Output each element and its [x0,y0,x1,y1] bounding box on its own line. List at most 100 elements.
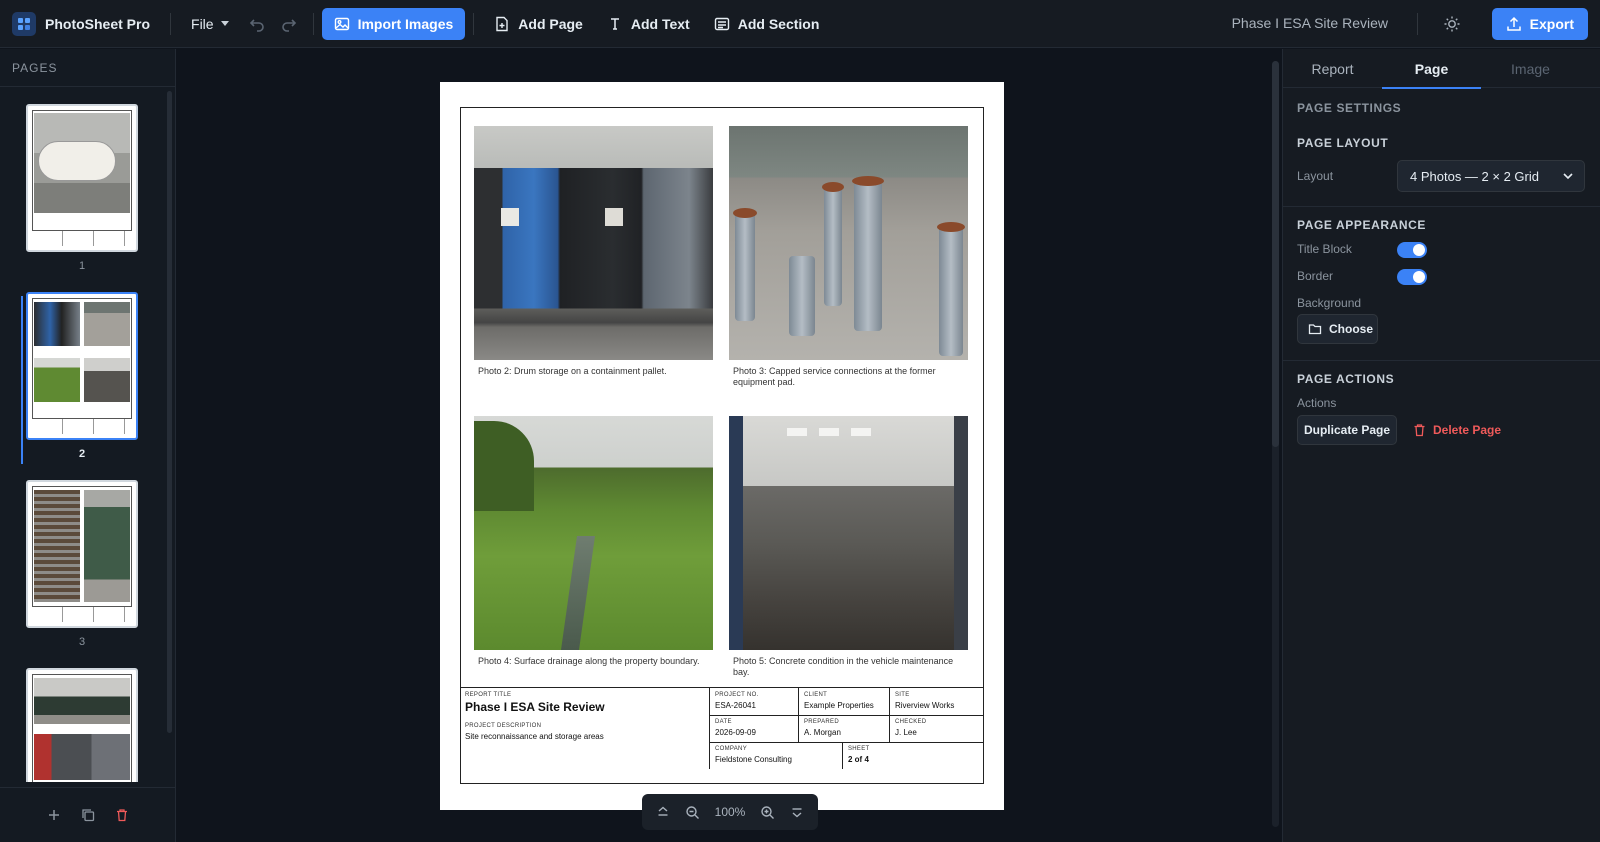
tab-image[interactable]: Image [1481,49,1580,88]
thumbnail-title-block [32,418,132,434]
folder-icon [1308,322,1322,336]
delete-page-small-button[interactable] [114,807,130,823]
title-block[interactable]: REPORT TITLE Phase I ESA Site Review PRO… [460,687,984,784]
export-button[interactable]: Export [1491,8,1588,40]
theme-toggle-button[interactable] [1436,8,1468,40]
undo-button[interactable] [241,8,273,40]
page-number: 1 [78,260,86,272]
properties-panel: Report Page Image PAGE SETTINGS PAGE LAY… [1282,49,1600,842]
border-toggle[interactable] [1397,269,1427,285]
thumbnail-photo [84,490,130,602]
tab-report[interactable]: Report [1283,49,1382,88]
project-no-value: ESA-26041 [715,701,756,710]
choose-background-button[interactable]: Choose [1297,314,1378,344]
canvas-scrollbar[interactable] [1272,61,1279,827]
tab-page[interactable]: Page [1382,49,1481,89]
page-thumbnail-2[interactable]: 2 [26,292,138,460]
page-thumbnail-4[interactable]: 4 [26,668,138,782]
text-icon [607,16,623,32]
page-number: 2 [78,448,86,460]
upload-icon [1506,16,1522,32]
toolbar-divider [473,12,475,35]
thumbnail-image [26,480,138,628]
zoom-out-icon [686,805,700,819]
background-label: Background [1297,296,1362,310]
title-block-toggle[interactable] [1397,242,1427,258]
import-images-label: Import Images [357,15,454,32]
add-page-small-button[interactable] [46,807,62,823]
toolbar-divider [170,12,172,35]
page-canvas[interactable]: Photo 2: Drum storage on a containment p… [177,49,1281,842]
brand: PhotoSheet Pro [0,0,162,48]
client-label: CLIENT [804,692,828,698]
zoom-out-button[interactable] [685,804,701,820]
client-cell: CLIENT Example Properties [798,688,889,715]
undo-icon [249,18,264,32]
photo-caption[interactable]: Photo 2: Drum storage on a containment p… [474,366,713,377]
sidebar-footer [0,787,176,842]
zoom-level[interactable]: 100% [715,805,746,819]
plus-icon [49,810,59,820]
page-thumbnail-1[interactable]: 1 [26,104,138,272]
page-thumbnail-3[interactable]: 3 [26,480,138,648]
thumbnail-title-block [32,606,132,622]
photo-surface-drainage[interactable] [474,416,713,650]
document-title: Phase I ESA Site Review [1231,15,1388,31]
sidebar-divider [0,86,176,87]
choose-label: Choose [1329,322,1374,336]
add-page-button[interactable]: Add Page [482,8,595,40]
sheet-cell: SHEET 2 of 4 [842,742,984,769]
next-page-button[interactable] [789,804,805,820]
layout-label: Layout [1297,169,1334,183]
previous-page-button[interactable] [655,804,671,820]
page-appearance-heading: PAGE APPEARANCE [1297,218,1427,232]
photo-drum-storage[interactable] [474,126,713,360]
date-cell: DATE 2026-09-09 [709,715,798,742]
prepared-value: A. Morgan [804,728,841,737]
checked-cell: CHECKED J. Lee [889,715,984,742]
add-page-icon [494,16,510,32]
sheet-value: 2 of 4 [848,755,869,764]
project-no-cell: PROJECT NO. ESA-26041 [709,688,798,715]
photo-maintenance-bay[interactable] [729,416,968,650]
photo-service-connections[interactable] [729,126,968,360]
add-text-label: Add Text [630,15,690,32]
thumbnail-photo [34,490,80,602]
file-menu-button[interactable]: File [179,8,241,40]
thumbnail-photo [34,734,130,780]
report-title-label: REPORT TITLE [465,692,512,698]
file-menu-label: File [191,15,214,32]
chevron-down-icon [792,808,802,818]
duplicate-page-small-button[interactable] [80,807,96,823]
add-text-button[interactable]: Add Text [595,8,702,40]
duplicate-page-button[interactable]: Duplicate Page [1297,415,1397,445]
thumbnail-photo [84,358,130,402]
prepared-cell: PREPARED A. Morgan [798,715,889,742]
redo-icon [281,18,296,32]
checked-label: CHECKED [895,719,927,725]
photo-caption[interactable]: Photo 5: Concrete condition in the vehic… [729,656,968,678]
photo-caption[interactable]: Photo 4: Surface drainage along the prop… [474,656,713,667]
page-layout-heading: PAGE LAYOUT [1297,136,1389,150]
add-section-button[interactable]: Add Section [702,8,832,40]
photo-caption[interactable]: Photo 3: Capped service connections at t… [729,366,968,388]
sidebar-scrollbar[interactable] [167,91,172,733]
project-no-label: PROJECT NO. [715,692,759,698]
zoom-in-button[interactable] [759,804,775,820]
section-icon [714,16,730,32]
border-label: Border [1297,269,1334,283]
sun-icon [1444,16,1460,32]
site-label: SITE [895,692,910,698]
layout-select[interactable]: 4 Photos — 2 × 2 Grid [1397,160,1585,192]
top-toolbar: PhotoSheet Pro File Import Images Add Pa… [0,0,1600,48]
title-block-label: Title Block [1297,242,1352,256]
company-value: Fieldstone Consulting [715,755,792,764]
actions-label: Actions [1297,396,1337,410]
redo-button[interactable] [273,8,305,40]
toolbar-divider [312,12,314,35]
document-page[interactable]: Photo 2: Drum storage on a containment p… [440,82,1004,810]
page-number: 3 [78,636,86,648]
canvas-scrollbar-thumb[interactable] [1272,61,1279,447]
delete-page-button[interactable]: Delete Page [1413,415,1501,445]
import-images-button[interactable]: Import Images [321,7,466,40]
